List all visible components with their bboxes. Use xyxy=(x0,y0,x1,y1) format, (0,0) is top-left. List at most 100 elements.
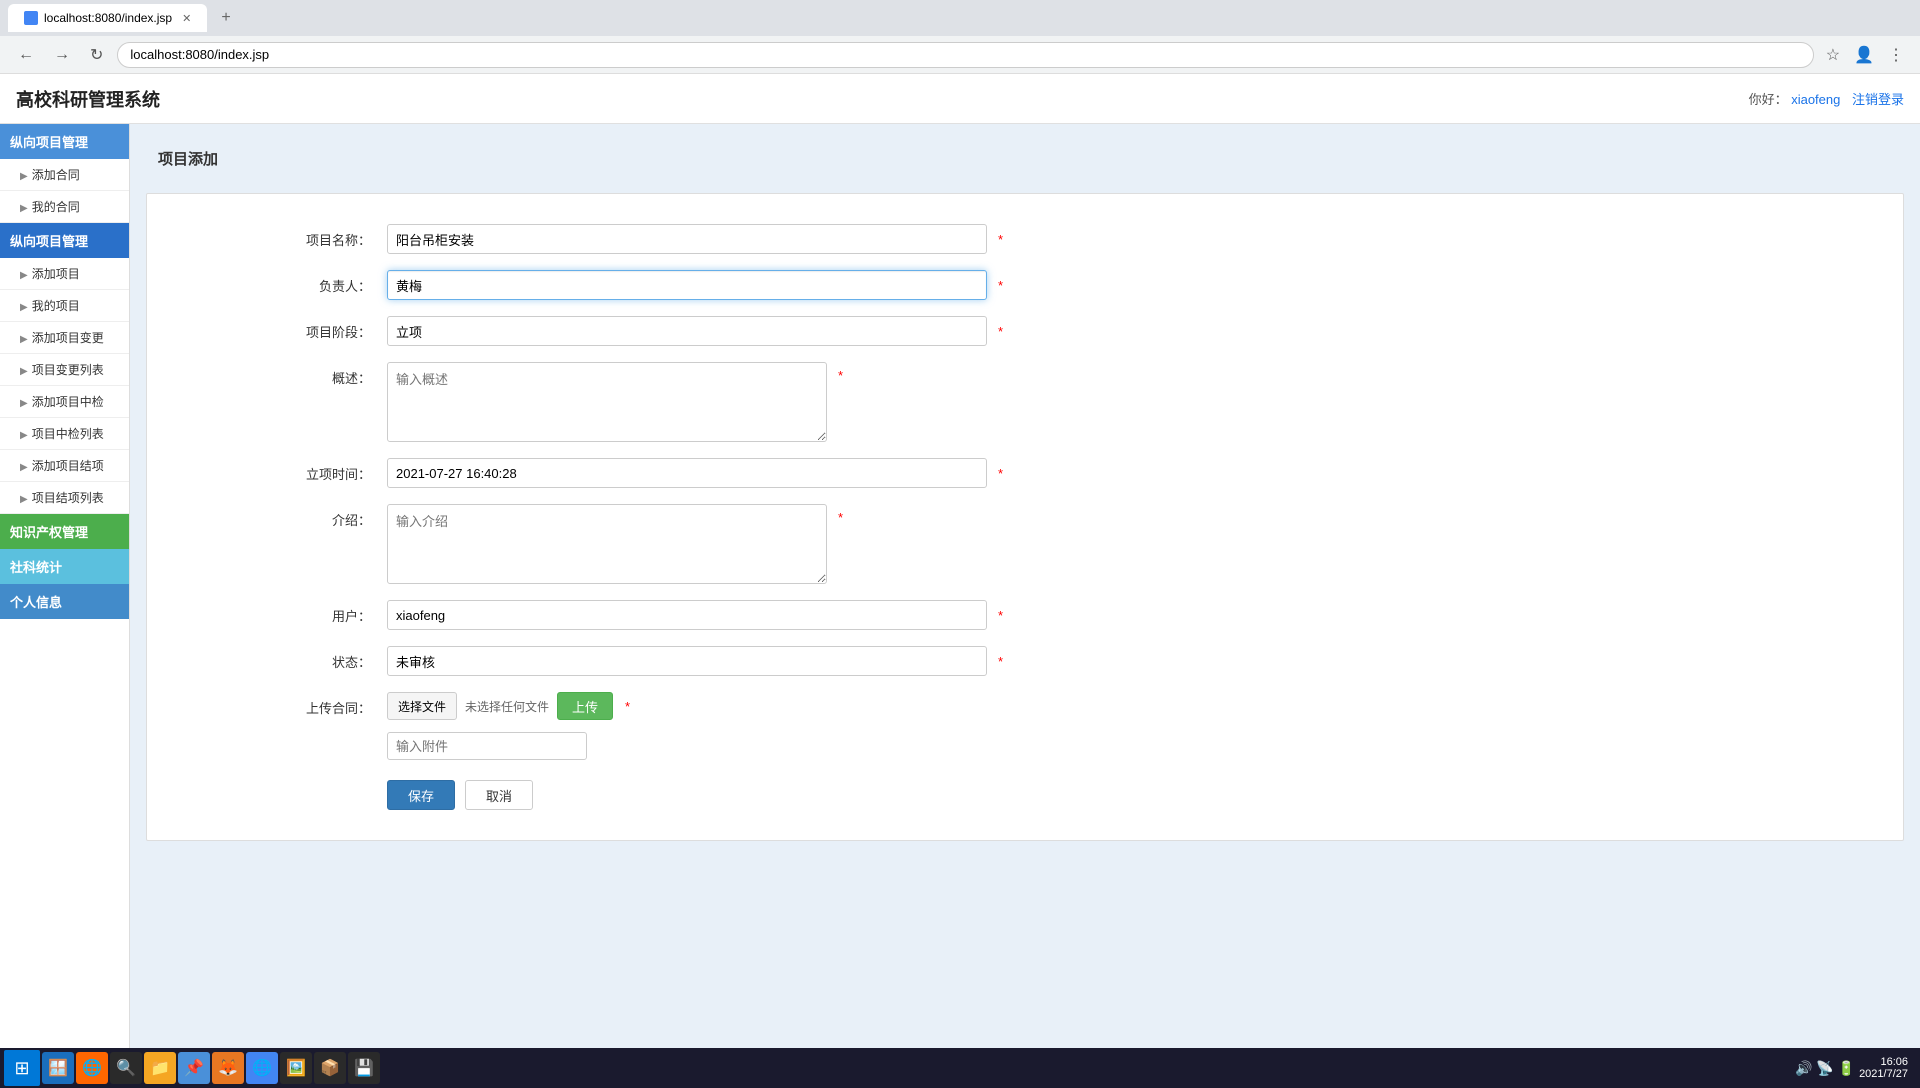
form-row-user: 用户： * xyxy=(167,600,1883,630)
taskbar-icons-right: 🔊 📡 🔋 xyxy=(1795,1060,1855,1077)
refresh-button[interactable]: ↻ xyxy=(84,41,109,69)
save-button[interactable]: 保存 xyxy=(387,780,455,810)
taskbar-clock: 16:06 2021/7/27 xyxy=(1859,1056,1908,1080)
user-input[interactable] xyxy=(387,600,987,630)
form-row-responsible-person: 负责人： * xyxy=(167,270,1883,300)
project-stage-wrapper: * xyxy=(387,316,987,346)
project-stage-label: 项目阶段： xyxy=(167,316,387,341)
taskbar-icon-7[interactable]: 🌐 xyxy=(246,1052,278,1084)
intro-label: 介绍： xyxy=(167,504,387,529)
browser-tab[interactable]: localhost:8080/index.jsp ✕ xyxy=(8,4,207,32)
sidebar-item-add-project[interactable]: ▶添加项目 xyxy=(0,258,129,290)
choose-file-button[interactable]: 选择文件 xyxy=(387,692,457,720)
required-star: * xyxy=(625,699,630,714)
upload-row: 选择文件 未选择任何文件 上传 * xyxy=(387,692,987,720)
form-row-abstract: 概述： * xyxy=(167,362,1883,442)
main-content: 项目添加 项目名称： * 负责人： * xyxy=(130,124,1920,1088)
sidebar-item-project-change-list[interactable]: ▶项目变更列表 xyxy=(0,354,129,386)
arrow-icon: ▶ xyxy=(20,494,28,505)
user-info: 你好： xiaofeng 注销登录 xyxy=(1749,89,1904,108)
arrow-icon: ▶ xyxy=(20,270,28,281)
menu-icon[interactable]: ⋮ xyxy=(1884,41,1908,69)
arrow-icon: ▶ xyxy=(20,462,28,473)
intro-field: * xyxy=(387,504,827,584)
status-input[interactable] xyxy=(387,646,987,676)
project-name-wrapper: * xyxy=(387,224,987,254)
clock-date: 2021/7/27 xyxy=(1859,1068,1908,1080)
taskbar-icon-4[interactable]: 📁 xyxy=(144,1052,176,1084)
tab-close-button[interactable]: ✕ xyxy=(182,12,191,25)
taskbar-icon-1[interactable]: 🪟 xyxy=(42,1052,74,1084)
intro-wrapper: * xyxy=(387,504,827,584)
user-icon[interactable]: 👤 xyxy=(1850,41,1878,69)
sidebar-item-close-list[interactable]: ▶项目结项列表 xyxy=(0,482,129,514)
arrow-icon: ▶ xyxy=(20,171,28,182)
taskbar-icon-10[interactable]: 💾 xyxy=(348,1052,380,1084)
taskbar-icon-5[interactable]: 📌 xyxy=(178,1052,210,1084)
form-row-project-name: 项目名称： * xyxy=(167,224,1883,254)
logout-link[interactable]: 注销登录 xyxy=(1852,92,1904,107)
sidebar-section-ipr[interactable]: 知识产权管理 xyxy=(0,514,129,549)
sidebar-item-add-close[interactable]: ▶添加项目结项 xyxy=(0,450,129,482)
form-row-intro: 介绍： * xyxy=(167,504,1883,584)
start-time-wrapper: * xyxy=(387,458,987,488)
user-wrapper: * xyxy=(387,600,987,630)
form-row-status: 状态： * xyxy=(167,646,1883,676)
required-star: * xyxy=(998,324,1003,339)
sidebar-item-add-project-change[interactable]: ▶添加项目变更 xyxy=(0,322,129,354)
start-time-field: * xyxy=(387,458,987,488)
sidebar-item-my-contract[interactable]: ▶我的合同 xyxy=(0,191,129,223)
taskbar-icon-8[interactable]: 🖼️ xyxy=(280,1052,312,1084)
responsible-person-wrapper: * xyxy=(387,270,987,300)
user-label: 用户： xyxy=(167,600,387,625)
abstract-textarea[interactable] xyxy=(387,362,827,442)
sidebar-section-stats[interactable]: 社科统计 xyxy=(0,549,129,584)
forward-button[interactable]: → xyxy=(48,42,76,68)
taskbar-icon-9[interactable]: 📦 xyxy=(314,1052,346,1084)
sidebar-section-project[interactable]: 纵向项目管理 xyxy=(0,223,129,258)
project-name-label: 项目名称： xyxy=(167,224,387,249)
required-star: * xyxy=(998,278,1003,293)
form-card: 项目名称： * 负责人： * xyxy=(146,193,1904,841)
project-stage-field: * xyxy=(387,316,987,346)
taskbar-icon-6[interactable]: 🦊 xyxy=(212,1052,244,1084)
app-title: 高校科研管理系统 xyxy=(16,86,160,112)
arrow-icon: ▶ xyxy=(20,366,28,377)
taskbar-icon-2[interactable]: 🌐 xyxy=(76,1052,108,1084)
clock-time: 16:06 xyxy=(1859,1056,1908,1068)
back-button[interactable]: ← xyxy=(12,42,40,68)
status-wrapper: * xyxy=(387,646,987,676)
sidebar-item-add-midcheck[interactable]: ▶添加项目中检 xyxy=(0,386,129,418)
url-input[interactable]: localhost:8080/index.jsp xyxy=(130,47,1800,62)
new-tab-button[interactable]: + xyxy=(215,9,236,27)
responsible-person-input[interactable] xyxy=(387,270,987,300)
intro-textarea[interactable] xyxy=(387,504,827,584)
project-name-input[interactable] xyxy=(387,224,987,254)
sidebar-item-add-contract[interactable]: ▶添加合同 xyxy=(0,159,129,191)
start-button[interactable]: ⊞ xyxy=(4,1050,40,1086)
sidebar-item-midcheck-list[interactable]: ▶项目中检列表 xyxy=(0,418,129,450)
browser-chrome: localhost:8080/index.jsp ✕ + xyxy=(0,0,1920,36)
upload-status: 未选择任何文件 xyxy=(465,698,549,715)
sidebar-section-contract[interactable]: 纵向项目管理 xyxy=(0,124,129,159)
bookmark-icon[interactable]: ☆ xyxy=(1822,41,1844,69)
status-field: * xyxy=(387,646,987,676)
upload-submit-button[interactable]: 上传 xyxy=(557,692,613,720)
address-bar[interactable]: localhost:8080/index.jsp xyxy=(117,42,1813,68)
project-stage-input[interactable] xyxy=(387,316,987,346)
username-link[interactable]: xiaofeng xyxy=(1791,92,1840,107)
attachment-input[interactable] xyxy=(387,732,587,760)
taskbar-icon-3[interactable]: 🔍 xyxy=(110,1052,142,1084)
user-field: * xyxy=(387,600,987,630)
project-name-field: * xyxy=(387,224,987,254)
page-title: 项目添加 xyxy=(146,140,1904,177)
abstract-wrapper: * xyxy=(387,362,827,442)
taskbar-right: 🔊 📡 🔋 16:06 2021/7/27 xyxy=(1795,1056,1916,1080)
tab-title: localhost:8080/index.jsp xyxy=(44,11,172,25)
arrow-icon: ▶ xyxy=(20,398,28,409)
cancel-button[interactable]: 取消 xyxy=(465,780,533,810)
start-time-input[interactable] xyxy=(387,458,987,488)
sidebar-section-profile[interactable]: 个人信息 xyxy=(0,584,129,619)
required-star: * xyxy=(998,608,1003,623)
sidebar-item-my-project[interactable]: ▶我的项目 xyxy=(0,290,129,322)
